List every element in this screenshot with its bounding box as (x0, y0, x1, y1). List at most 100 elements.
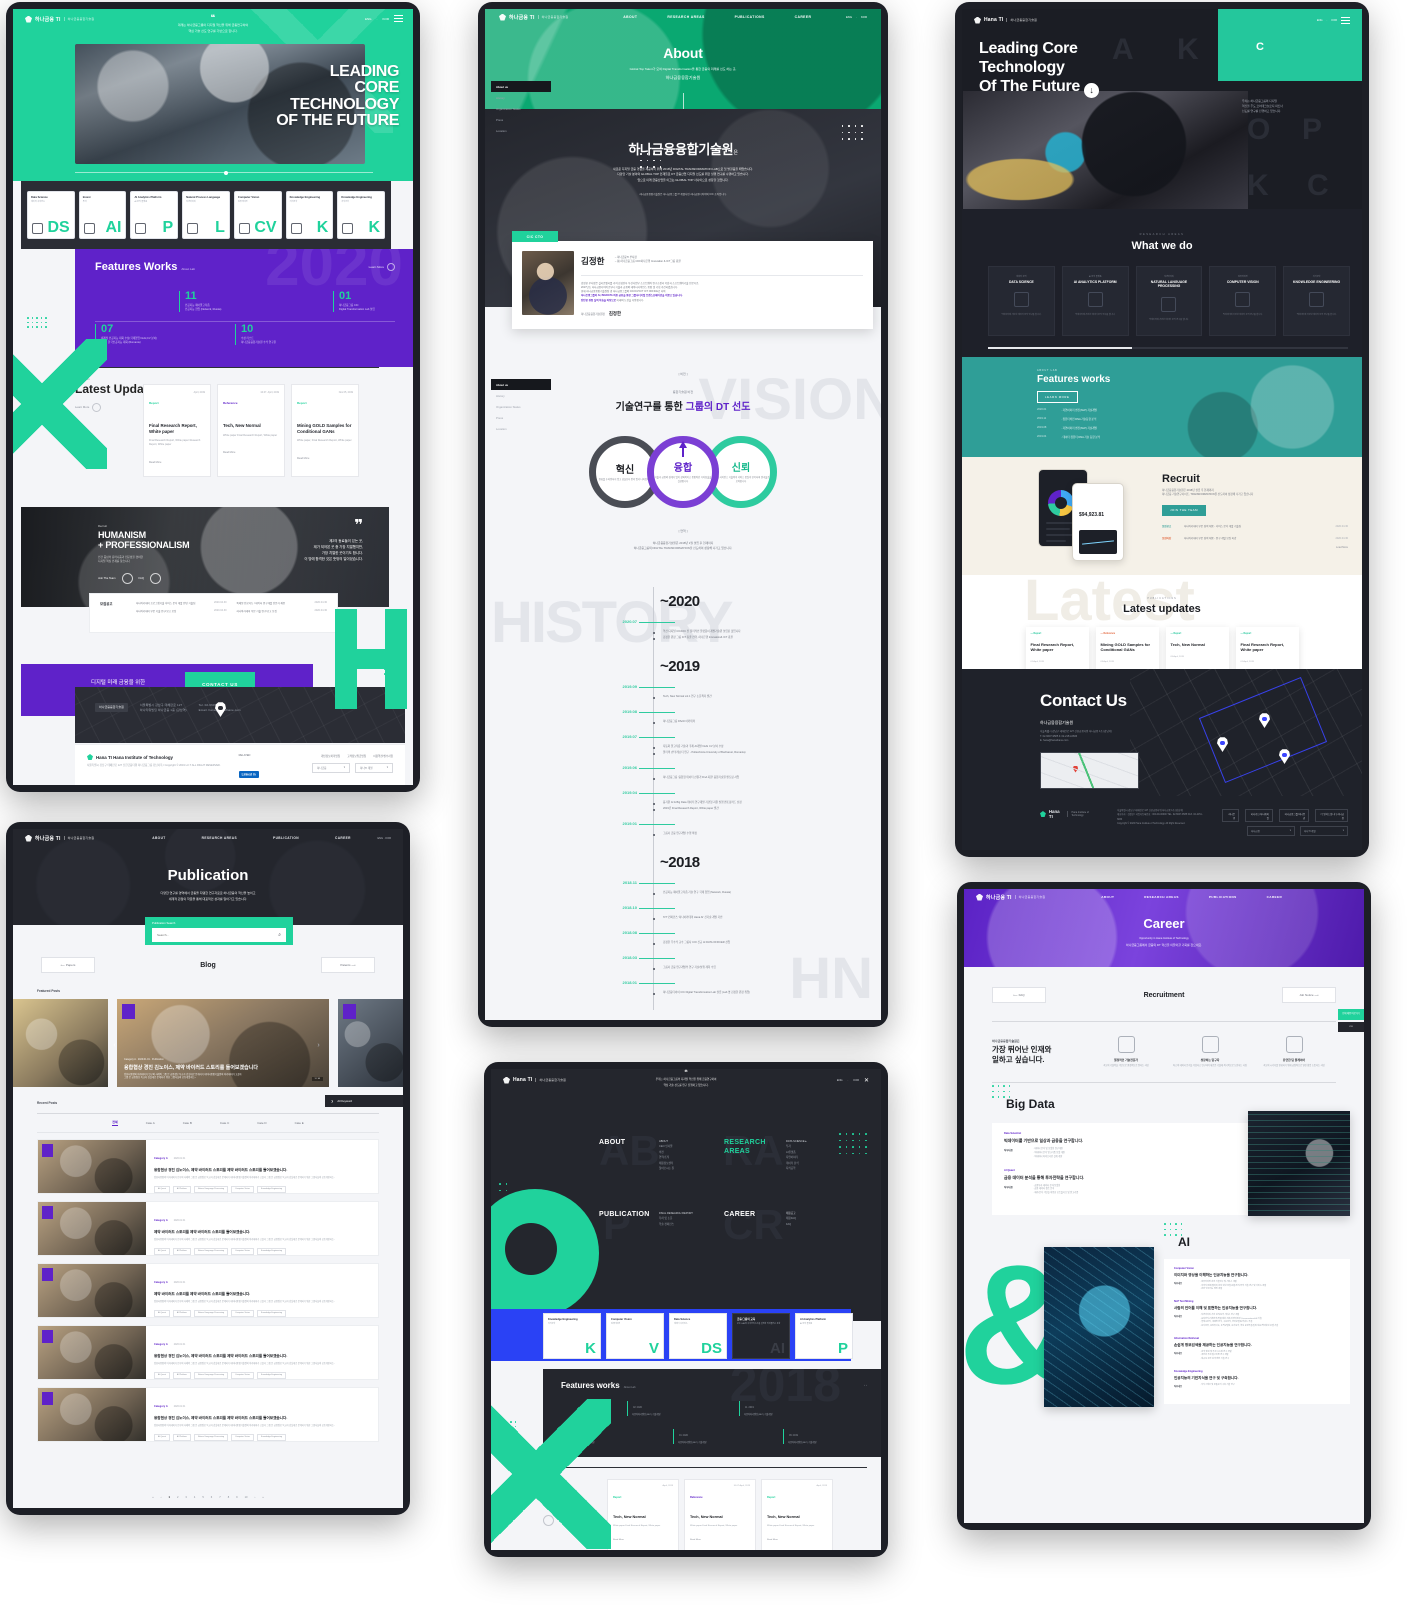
post-tag[interactable]: Natural Language Processing (193, 1371, 229, 1379)
about-sidebar-nav[interactable]: About us History Organization Status Press L… (491, 81, 551, 136)
post-tag[interactable]: Computer Vision (231, 1309, 254, 1317)
category-tab[interactable]: 전체 (112, 1120, 118, 1126)
card-read-more[interactable]: Read More (613, 1539, 673, 1541)
float-contact-button[interactable]: CO (1338, 1022, 1364, 1033)
post-tag[interactable]: Natural Language Processing (193, 1433, 229, 1441)
sidebar-item[interactable]: Organization Status (491, 103, 551, 114)
features-learn-more[interactable]: Learn More (369, 263, 395, 271)
page-link[interactable]: ‹ (161, 1496, 162, 1499)
publication-tabs[interactable]: ⟵ Papers Blog Patents ⟶ (41, 957, 375, 973)
post-tag[interactable]: AI Quant (154, 1247, 170, 1255)
nav-item[interactable]: RESEARCH AREAS (202, 836, 237, 840)
policy-link[interactable]: 고객정보취급방침 (347, 754, 366, 758)
footer-select-1[interactable]: 하나금융 ▾ (312, 763, 350, 773)
lang-kor[interactable]: KOR (853, 1079, 859, 1082)
panel-menu-overlay[interactable]: Hana TI 하나금융융합기술원 ❝ 우리는 하나금융그룹의 디지털 혁신을 위… (484, 1062, 888, 1557)
footer-link[interactable]: 하나은행 (1222, 809, 1239, 822)
category-tab[interactable]: Cate B (183, 1121, 192, 1125)
carousel-slide-center[interactable]: Category A · 2020.01.01 · Publication 융합… (117, 999, 329, 1087)
carousel-prev-icon[interactable]: ‹ (110, 1041, 119, 1050)
overlay-menu[interactable]: AB RA P CR ABOUT ABOUT CEO 인사말 비전 연혁/조직 채용정보… (491, 1111, 881, 1261)
close-icon[interactable]: ✕ (864, 1077, 869, 1084)
post-tag[interactable]: AI Quant (154, 1309, 170, 1317)
recruit-row[interactable]: 모집공고 하나아카데미 부문 경력 채용 - 서비스 분석 개발 기술팀 2020.… (1162, 524, 1348, 529)
panel-publication-page[interactable]: 하나금융 TI 하나금융융합기술원 ABOUT RESEARCH AREAS PUBL… (6, 822, 410, 1515)
page-link[interactable]: 8 (228, 1496, 229, 1499)
post-tag[interactable]: AI Platform (172, 1185, 191, 1193)
all-keyword-button[interactable]: ❯ All Keyword (325, 1095, 403, 1107)
floating-buttons[interactable]: 인재 채용 바로가기 CO (1338, 1009, 1364, 1033)
menu-item[interactable]: FAQ (786, 1222, 796, 1227)
post-tag[interactable]: Computer Vision (231, 1185, 254, 1193)
sidebar-item[interactable]: History (491, 92, 551, 103)
load-more-link[interactable]: Load More (1162, 546, 1348, 549)
page-link[interactable]: 6 (211, 1496, 212, 1499)
hamburger-menu-icon[interactable] (1341, 16, 1350, 24)
research-card[interactable]: AI Analytics Platform AI 분석 플랫폼 P (130, 191, 179, 239)
post-tag[interactable]: Natural Language Processing (193, 1309, 229, 1317)
research-card[interactable]: Invest 투자 AI (78, 191, 127, 239)
feature-item[interactable]: 01 하나금융그룹 CIC Digital Transformation Lab … (333, 291, 375, 312)
carousel-slide-right[interactable] (338, 999, 403, 1087)
feature-item[interactable]: 11 인공지능 제어알고리즘 인공지능 협업 (Network, Russia) (179, 291, 221, 312)
cards-scrollbar[interactable] (988, 347, 1348, 349)
post-tag[interactable]: Natural Language Processing (193, 1247, 229, 1255)
page-link[interactable]: 3 (185, 1496, 186, 1499)
post-row[interactable]: Category A 2020.01.01 융합협상 경진 김노이스, 제약 바이러… (37, 1325, 379, 1380)
notice-row[interactable]: 하나아카데미 프로그램기술 서비스 분석 개발 인턴 기술팀 2020.04.30 (136, 601, 227, 605)
category-tab[interactable]: Cate D (257, 1121, 266, 1125)
publication-nav[interactable]: 하나금융 TI 하나금융융합기술원 ABOUT RESEARCH AREAS PUBL… (13, 829, 403, 847)
latest-card[interactable]: April, 2019 Report Tech, New Normal White p… (607, 1479, 679, 1550)
sidebar-item[interactable]: History (491, 390, 551, 401)
footer-select-2[interactable]: 하나TI 계열 ▾ (1300, 826, 1348, 836)
lang-eng[interactable]: ENG (837, 1079, 843, 1082)
nav-item[interactable]: ABOUT (152, 836, 165, 840)
page-link[interactable]: 7 (219, 1496, 220, 1499)
panel-main-page[interactable]: 하나금융 TI 하나금융융합기술원 ❝ 미래는 하나금융그룹이 디지털 혁신을 위… (6, 2, 420, 792)
sidebar-item[interactable]: About us (491, 81, 551, 92)
featured-carousel[interactable]: Category A · 2020.01.01 · Publication 융합… (13, 999, 403, 1087)
research-card[interactable]: AI Analytics Platform AI 분석 플랫폼 P (795, 1313, 853, 1359)
research-card[interactable]: Data Science 데이터 사이언스 DS (27, 191, 75, 239)
career-tabs[interactable]: ⟵ FAQ Recruitment Job Notice ⟶ (992, 987, 1336, 1003)
research-card[interactable]: Knowledge Engineering 지식공학 K (543, 1313, 601, 1359)
what-card[interactable]: 컴퓨터비전 COMPUTER VISION 빅데이터에 기반한 데이터 분석 연구를… (1209, 266, 1277, 336)
about-sidebar-nav-2[interactable]: About us History Organization Status Press L… (491, 379, 551, 434)
footer-link[interactable]: 하나금융그룹/하나증권 (1278, 809, 1310, 822)
about-nav[interactable]: 하나금융 TI 하나금융융합기술원 ABOUT RESEARCH AREAS PUBL… (485, 9, 881, 25)
post-tag[interactable]: AI Platform (172, 1433, 191, 1441)
category-tab[interactable]: Cate C (220, 1121, 229, 1125)
what-card[interactable]: 데이터 분석 DATA SCIENCE 빅데이터에 기반한 데이터 분석 연구를 합… (988, 266, 1055, 336)
latest-card[interactable]: April, 2019 Report Tech, New Normal White p… (761, 1479, 833, 1550)
sidebar-item[interactable]: Press (491, 114, 551, 125)
post-tag[interactable]: AI Platform (172, 1247, 191, 1255)
post-tag[interactable]: Knowledge Engineering (256, 1371, 287, 1379)
panel-career-page[interactable]: 하나금융 TI 하나금융융합기술원 ABOUT RESEARCH AREAS PUBL… (957, 882, 1371, 1530)
post-tag[interactable]: AI Quant (154, 1371, 170, 1379)
menu-item[interactable]: 지식공학 (786, 1166, 807, 1171)
tab-prev[interactable]: ⟵ Papers (41, 957, 95, 973)
page-link[interactable]: 1 (169, 1496, 170, 1499)
sidebar-item[interactable]: Location (491, 423, 551, 434)
sidebar-item[interactable]: Press (491, 412, 551, 423)
feature-row[interactable]: 2020.01 · 자연어처리 엔진(NLP) 기술개발 (1037, 408, 1362, 412)
footer-select-2[interactable]: 하나TI 계열 ▾ (355, 763, 393, 773)
category-tabs[interactable]: 전체 Cate A Cate B Cate C Cate D Cate E (37, 1113, 379, 1133)
feature-row[interactable]: 2019.08 · 자연어처리 엔진(NLP) 기술개발 (1037, 426, 1362, 430)
overlay-topbar[interactable]: Hana TI 하나금융융합기술원 ❝ 우리는 하나금융그룹의 디지털 혁신을 위… (491, 1069, 881, 1091)
post-tag[interactable]: Knowledge Engineering (256, 1433, 287, 1441)
what-card[interactable]: 지식공학 KNOWLEDGE ENGINEERING 빅데이터에 기반한 데이터 분… (1283, 266, 1350, 336)
menu-head-publication[interactable]: PUBLICATION (599, 1211, 650, 1220)
page-link[interactable]: 9 (236, 1496, 237, 1499)
lang-kor[interactable]: KOR (382, 17, 389, 21)
card-read-more[interactable]: Read More (223, 451, 279, 454)
hero-slider-track[interactable] (75, 170, 373, 175)
scroll-down-icon[interactable]: ↓ (1083, 83, 1099, 99)
menu-item[interactable]: 학술 컨퍼런스 (659, 1222, 693, 1227)
lang-kor[interactable]: KOR (861, 15, 867, 19)
search-icon[interactable]: ⌕ (278, 932, 281, 938)
nav-item[interactable]: CAREER (335, 836, 351, 840)
research-card[interactable]: Computer Vision 컴퓨터비전 CV (233, 191, 282, 239)
footer-link[interactable]: 하나카드/하나캐피탈 (1244, 809, 1273, 822)
post-tag[interactable]: Knowledge Engineering (256, 1247, 287, 1255)
